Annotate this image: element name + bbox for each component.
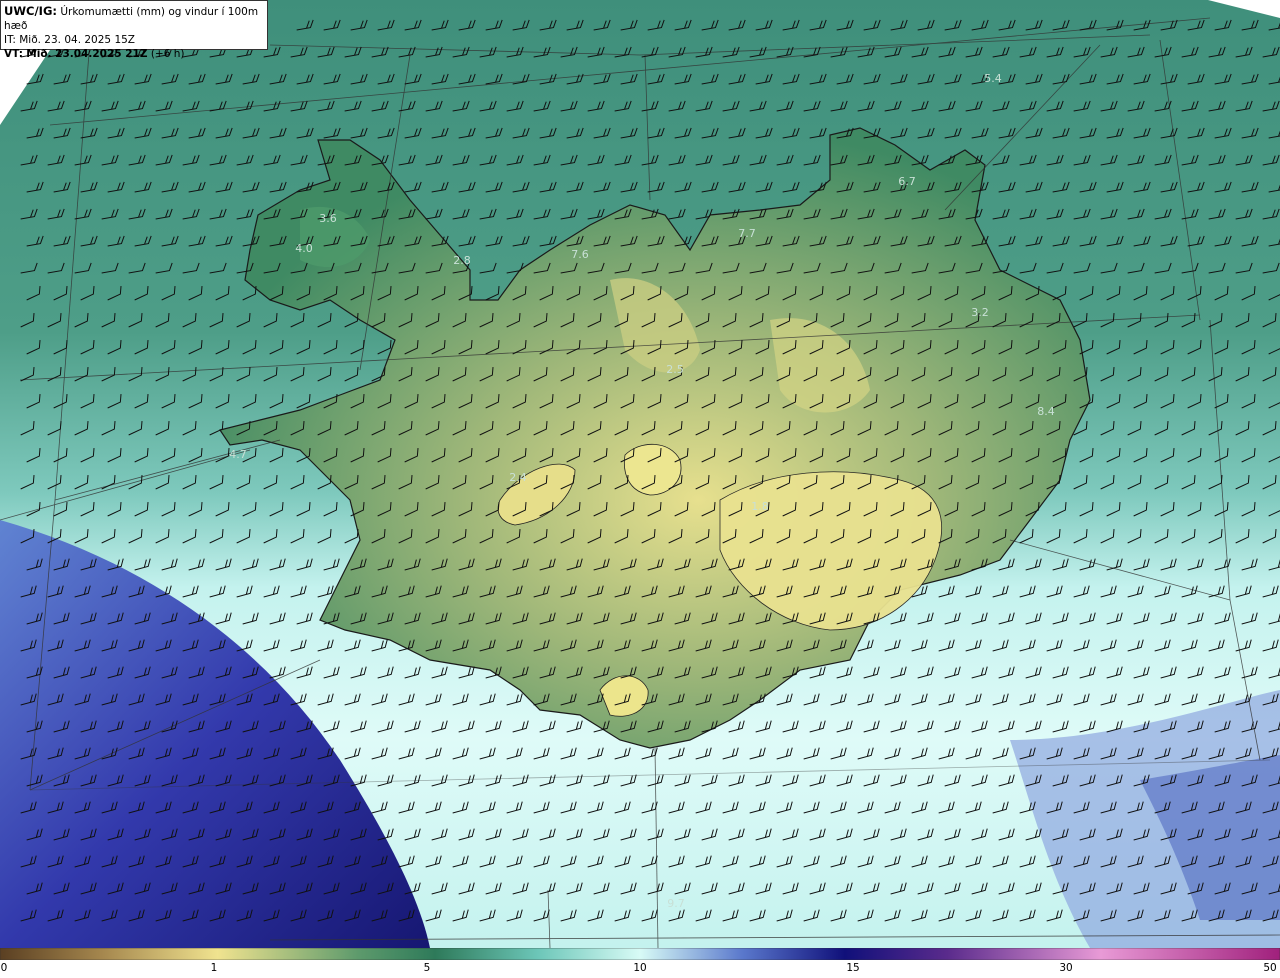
colorbar-tick-label: 15 — [846, 962, 860, 974]
colorbar-tick-label: 5 — [423, 962, 431, 974]
colorbar-tick-label: 1 — [210, 962, 218, 974]
map-value-label: 7.6 — [571, 248, 589, 261]
map-header: UWC/IG: Úrkomumætti (mm) og vindur í 100… — [0, 0, 268, 60]
colorbar-tick-label: 10 — [633, 962, 647, 974]
map-value-label: 2.4 — [509, 471, 527, 484]
map-value-label: 3.6 — [319, 212, 337, 225]
valid-time: Mið. 23.04.2025 21Z — [26, 48, 148, 60]
map-value-label: 2.8 — [453, 254, 471, 267]
weather-map: 5.4 6.7 7.7 7.6 3.6 4.0 2.8 3.2 2.5 8.4 4.7 2.4 1.8 9… — [0, 0, 1280, 948]
colorbar — [0, 948, 1280, 960]
map-value-label: 7.7 — [738, 227, 756, 240]
lead-time: (+6 h) — [150, 48, 185, 60]
valid-prefix: VT: — [4, 48, 23, 60]
map-value-label: 2.5 — [666, 363, 684, 376]
colorbar-tick-label: 50 — [1263, 962, 1277, 974]
model-name: UWC/IG: — [4, 4, 57, 18]
colorbar-tick-label: 30 — [1059, 962, 1073, 974]
map-value-label: 4.0 — [295, 242, 313, 255]
colorbar-tick-label: 0 — [0, 962, 8, 974]
map-value-label: 5.4 — [984, 72, 1002, 85]
map-value-label: 1.8 — [751, 500, 769, 513]
init-time: IT: Mið. 23. 04. 2025 15Z — [4, 34, 135, 46]
map-value-label: 4.7 — [229, 448, 247, 461]
map-value-label: 6.7 — [898, 175, 916, 188]
map-value-label: 3.2 — [971, 306, 989, 319]
map-value-label: 8.4 — [1037, 405, 1055, 418]
map-value-label: 9.7 — [667, 897, 685, 910]
